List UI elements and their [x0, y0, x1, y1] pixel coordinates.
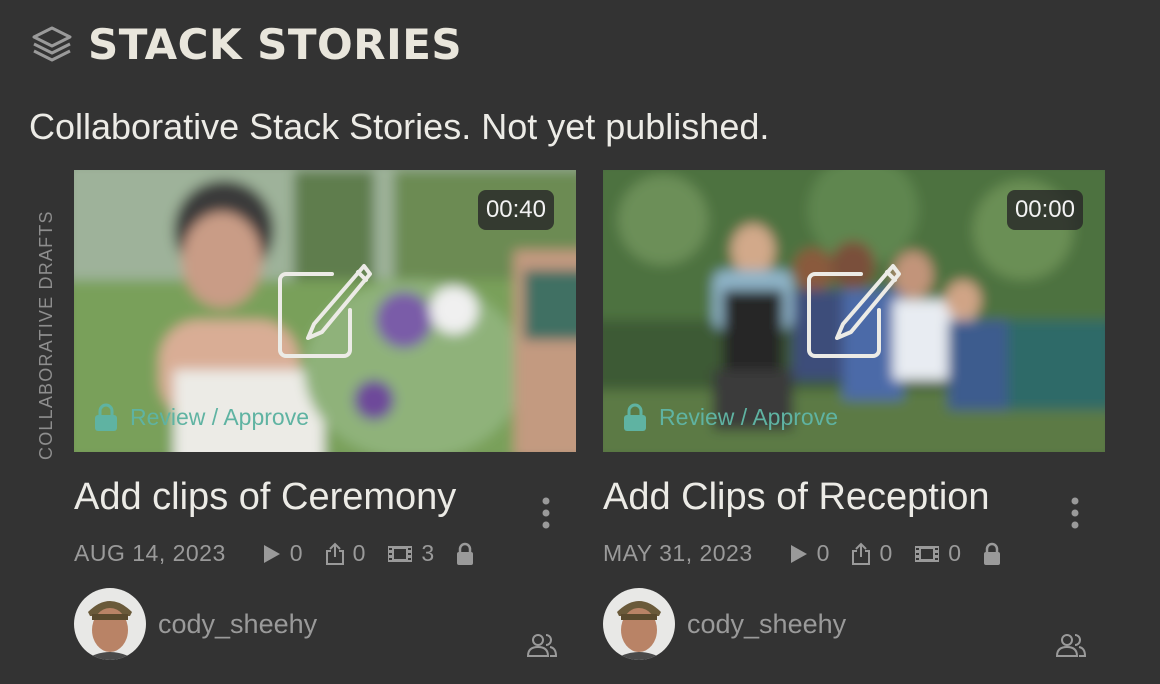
avatar[interactable]	[74, 588, 146, 660]
story-meta: AUG 14, 2023 0 0 3	[74, 540, 504, 567]
review-approve-status[interactable]: Review / Approve	[94, 402, 309, 432]
author-username[interactable]: cody_sheehy	[158, 609, 317, 640]
more-options-icon[interactable]	[540, 496, 552, 530]
story-thumbnail[interactable]: 00:00 Review / Approve	[603, 170, 1105, 452]
layers-icon	[30, 22, 74, 66]
share-icon	[852, 542, 871, 565]
story-title[interactable]: Add clips of Ceremony	[74, 476, 456, 519]
shares-count: 0	[851, 540, 892, 567]
privacy-status	[983, 542, 1009, 566]
edit-icon[interactable]	[274, 260, 374, 360]
story-thumbnail[interactable]: 00:40 Review / Approve	[74, 170, 576, 452]
duration-badge: 00:40	[477, 190, 554, 230]
story-date: AUG 14, 2023	[74, 540, 226, 566]
plays-count: 0	[262, 540, 303, 567]
plays-value: 0	[289, 540, 303, 566]
play-icon	[263, 544, 280, 563]
section-label: COLLABORATIVE DRAFTS	[36, 210, 56, 460]
lock-icon	[623, 402, 647, 432]
page-title: STACK STORIES	[88, 19, 463, 69]
lock-icon	[457, 542, 474, 565]
review-approve-status[interactable]: Review / Approve	[623, 402, 838, 432]
edit-icon[interactable]	[803, 260, 903, 360]
avatar[interactable]	[603, 588, 675, 660]
play-icon	[790, 544, 807, 563]
plays-value: 0	[816, 540, 830, 566]
story-card[interactable]: 00:00 Review / Approve Add Clips of Rece…	[603, 170, 1105, 660]
status-label: Review / Approve	[130, 403, 309, 430]
collaborators-icon[interactable]	[1055, 632, 1087, 658]
clips-value: 0	[948, 540, 962, 566]
clips-count: 3	[387, 540, 434, 567]
story-date: MAY 31, 2023	[603, 540, 753, 566]
film-icon	[915, 545, 940, 562]
film-icon	[388, 545, 413, 562]
shares-value: 0	[352, 540, 366, 566]
page-header: STACK STORIES	[30, 18, 462, 70]
lock-icon	[984, 542, 1001, 565]
page-subtitle: Collaborative Stack Stories. Not yet pub…	[29, 106, 770, 147]
clips-value: 3	[421, 540, 435, 566]
author-username[interactable]: cody_sheehy	[687, 609, 846, 640]
status-label: Review / Approve	[659, 403, 838, 430]
lock-icon	[94, 402, 118, 432]
privacy-status	[456, 542, 482, 566]
plays-count: 0	[789, 540, 830, 567]
share-icon	[325, 542, 344, 565]
clips-count: 0	[914, 540, 961, 567]
story-author[interactable]: cody_sheehy	[603, 588, 846, 660]
shares-value: 0	[879, 540, 893, 566]
story-meta: MAY 31, 2023 0 0 0	[603, 540, 1031, 567]
shares-count: 0	[325, 540, 366, 567]
story-author[interactable]: cody_sheehy	[74, 588, 317, 660]
story-title[interactable]: Add Clips of Reception	[603, 476, 990, 519]
collaborators-icon[interactable]	[526, 632, 558, 658]
more-options-icon[interactable]	[1069, 496, 1081, 530]
duration-badge: 00:00	[1006, 190, 1083, 230]
story-card[interactable]: 00:40 Review / Approve Add clips of Cere…	[74, 170, 576, 660]
